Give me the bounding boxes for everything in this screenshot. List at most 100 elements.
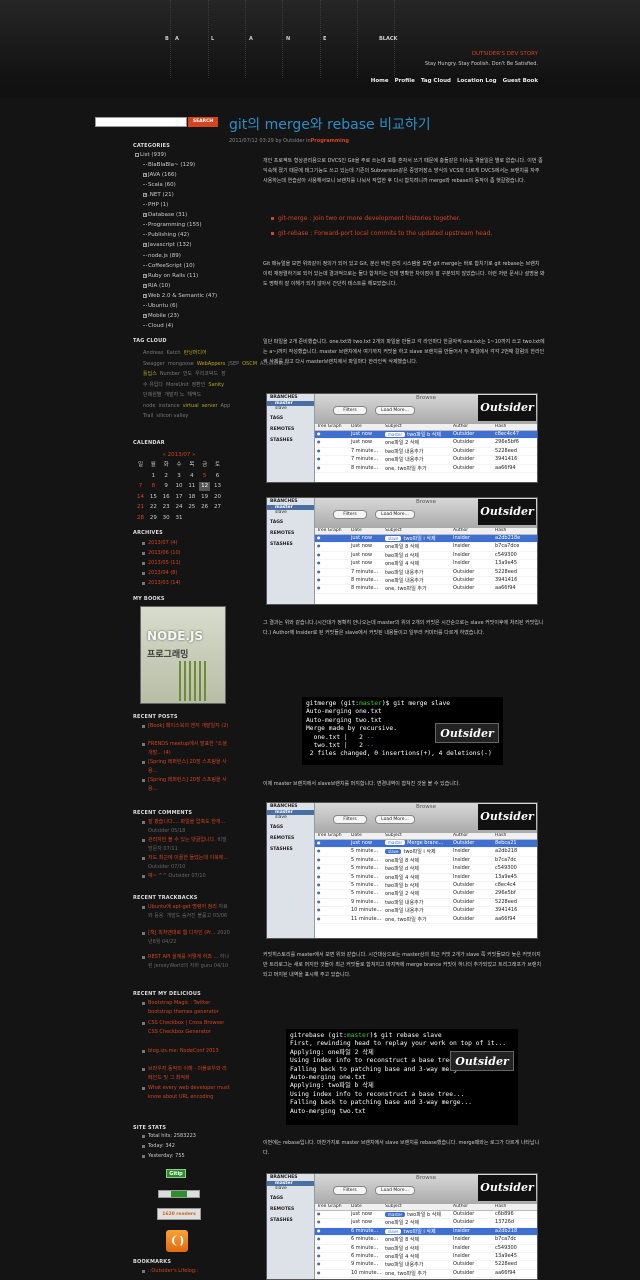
tag-link[interactable]: Number [160,371,180,377]
rss-icon[interactable]: ❨) [166,1230,188,1252]
category-label[interactable]: Programming (155) [148,222,202,228]
category-toggle-icon[interactable]: + [143,213,147,218]
filters-button[interactable]: Filters [333,510,367,519]
tag-link[interactable]: 해맥드 [187,392,201,398]
recent-comment[interactable]: 잘 봤습니다.... 파일을 압축도 한개... Outsider 05/18 [142,818,230,835]
calendar-day[interactable]: 4 [186,472,197,481]
table-row[interactable]: ● 8 minute... one, two파일 추가 Outsider aa66f94 [315,465,537,473]
tag-link[interactable]: instance [158,403,179,409]
category-label[interactable]: BlaBlaBla~ (129) [148,162,195,168]
column-header[interactable]: Subject [383,424,451,430]
delicious-link[interactable]: 브라우저 동작의 이해 - 이플로우와 리페인드 및 그 최적화 [142,1065,230,1082]
table-row[interactable]: ● 6 minute... slave two파일 i 삭제 Insider a2db21… [315,1227,537,1237]
column-header[interactable]: Hash [493,1204,533,1210]
calendar-day[interactable]: 7 [135,482,146,491]
tag-link[interactable]: 언도 [183,371,192,377]
category-item[interactable]: + Javascript (132) [143,242,191,248]
nav-profile[interactable]: Profile [395,78,415,84]
delicious-link[interactable]: What every web developer must know about… [142,1084,230,1101]
recent-post-link[interactable]: [Spring 레퍼런스] 20장 스프링을 사용... [142,758,230,775]
calendar-day[interactable]: 10 [173,482,184,491]
calendar-day[interactable]: 8 [148,482,159,491]
calendar-day[interactable]: 17 [173,493,184,502]
sidebar-section-remotes[interactable]: REMOTES [267,1206,314,1213]
load-more-button[interactable]: Load More... [375,815,415,824]
tag-link[interactable]: 틀딥스 [143,371,157,377]
bookmark-link[interactable]: ::Outsider's Lifelog:: [141,1268,198,1274]
calendar-day[interactable]: 21 [135,503,146,512]
column-header[interactable]: Tree Graph [315,1204,349,1210]
table-row[interactable]: ● 5 minute... one파일 8 삭제 Insider b7ca7dc [315,857,537,866]
column-header[interactable]: Author [451,1204,493,1210]
sidebar-section-tags[interactable]: TAGS [267,415,314,422]
category-label[interactable]: Cloud (4) [148,323,173,329]
column-header[interactable]: Subject [383,1204,451,1210]
category-label[interactable]: JAVA (166) [148,172,177,178]
category-item[interactable]: Cloud (4) [143,323,173,329]
sidebar-section-tags[interactable]: TAGS [267,1195,314,1202]
category-toggle-icon[interactable]: - [135,153,139,157]
trackback-title[interactable]: Ubuntu에 apt-get 명령어 정리 [148,904,218,910]
recent-comment[interactable]: 저도 최근에 이끌한 들었는데 이북에... Outsider 07/10 [142,854,230,871]
category-label[interactable]: Mobile (23) [148,313,179,319]
category-label[interactable]: Javascript (132) [148,242,191,248]
tag-link[interactable]: Swagger [143,361,165,367]
category-item[interactable]: + Mobile (23) [143,313,179,319]
calendar-day[interactable]: 20 [212,493,223,502]
column-header[interactable]: Hash [493,833,533,839]
column-header[interactable]: Subject [383,528,451,534]
category-toggle-icon[interactable]: + [143,243,147,248]
sidebar-section-tags[interactable]: TAGS [267,824,314,831]
category-label[interactable]: Scala (60) [148,182,176,188]
table-row[interactable]: ● 5 minute... one파일 2 삭제 Outsider 296e5bf [315,890,537,899]
category-item[interactable]: node.js (89) [143,253,181,259]
tag-link[interactable]: node [143,403,155,409]
category-toggle-icon[interactable]: + [143,293,147,298]
calendar-day[interactable]: 13 [212,482,223,491]
trackback-title[interactable]: [책] 피처엔대로 웹 디자인 (Pr... [148,930,217,936]
archive-link[interactable]: 2013/04 (8) [141,570,177,576]
category-label[interactable]: Database (31) [148,212,187,218]
calendar-day[interactable]: 1 [148,472,159,481]
table-row[interactable]: ● 5 minute... one파일 4 삭제 Insider 13a9e45 [315,874,537,882]
recent-comment[interactable]: 관리자만 볼 수 있는 댓글입니다. 비밀방문자 07/11 [142,836,230,853]
calendar-day[interactable]: 24 [173,503,184,512]
tag-link[interactable]: 런닝머디어 [184,350,207,356]
sidebar-section-stashes[interactable]: STASHES [267,437,314,444]
calendar-day[interactable]: 30 [161,514,172,523]
load-more-button[interactable]: Load More... [375,1186,415,1195]
tag-link[interactable]: 개발자 노 [164,392,184,398]
category-label[interactable]: Publishing (42) [148,232,189,238]
category-item[interactable]: + Web 2.0 & Semantic (47) [143,293,217,299]
logo-text[interactable]: BLACK [379,36,397,42]
category-item[interactable]: Ubuntu (6) [143,303,178,309]
category-item[interactable]: + .NET (21) [143,192,174,198]
recent-trackback[interactable]: Ubuntu에 apt-get 명령어 정리 자료와 등용. 개발도 숨겨진 볼… [142,903,230,920]
recent-post-link[interactable]: [Spring 레퍼런스] 20장 스프링을 사용... [142,776,230,793]
category-item[interactable]: Programming (155) [143,222,202,228]
tag-link[interactable]: silicon valley [156,413,188,419]
table-row[interactable]: ● 10 minute... one파일 내용추가 Outsider 3941416 [315,907,537,916]
table-row[interactable]: ● just now one파일 8 삭제 Insider b7ca7dce [315,543,537,552]
table-row[interactable]: ● 10 minute... one, two파일 추가 Outsider aa66f9… [315,1270,537,1279]
sidebar-section-stashes[interactable]: STASHES [267,541,314,548]
table-row[interactable]: ● just now slave two파일 i 삭제 Insider a2db218e [315,535,537,544]
category-item[interactable]: + Ruby on Rails (11) [143,273,198,279]
calendar-day[interactable]: 12 [199,482,211,491]
search-input[interactable] [95,117,187,127]
sidebar-section-remotes[interactable]: REMOTES [267,530,314,537]
calendar-day[interactable]: 27 [212,503,223,512]
category-label[interactable]: List (939) [140,152,166,158]
table-row[interactable]: ● 7 minute... two파일 내용추가 Outsider 5228eed [315,569,537,577]
calendar-day[interactable]: 22 [148,503,159,512]
category-label[interactable]: node.js (89) [148,253,181,259]
delicious-link[interactable]: blog.izs.me: NodeConf 2013 [142,1047,230,1056]
calendar-day[interactable]: 5 [199,472,210,481]
book-cover-image[interactable]: NODE.JS 프로그래밍 [140,606,226,704]
tag-link[interactable]: 단례원별 [143,392,161,398]
calendar-day[interactable]: 29 [148,514,159,523]
tag-link[interactable]: MoreUnit [166,382,189,388]
calendar-day[interactable]: 15 [148,493,159,502]
readers-badge[interactable]: 1620 readers [157,1208,201,1220]
sidebar-section-tags[interactable]: TAGS [267,519,314,526]
